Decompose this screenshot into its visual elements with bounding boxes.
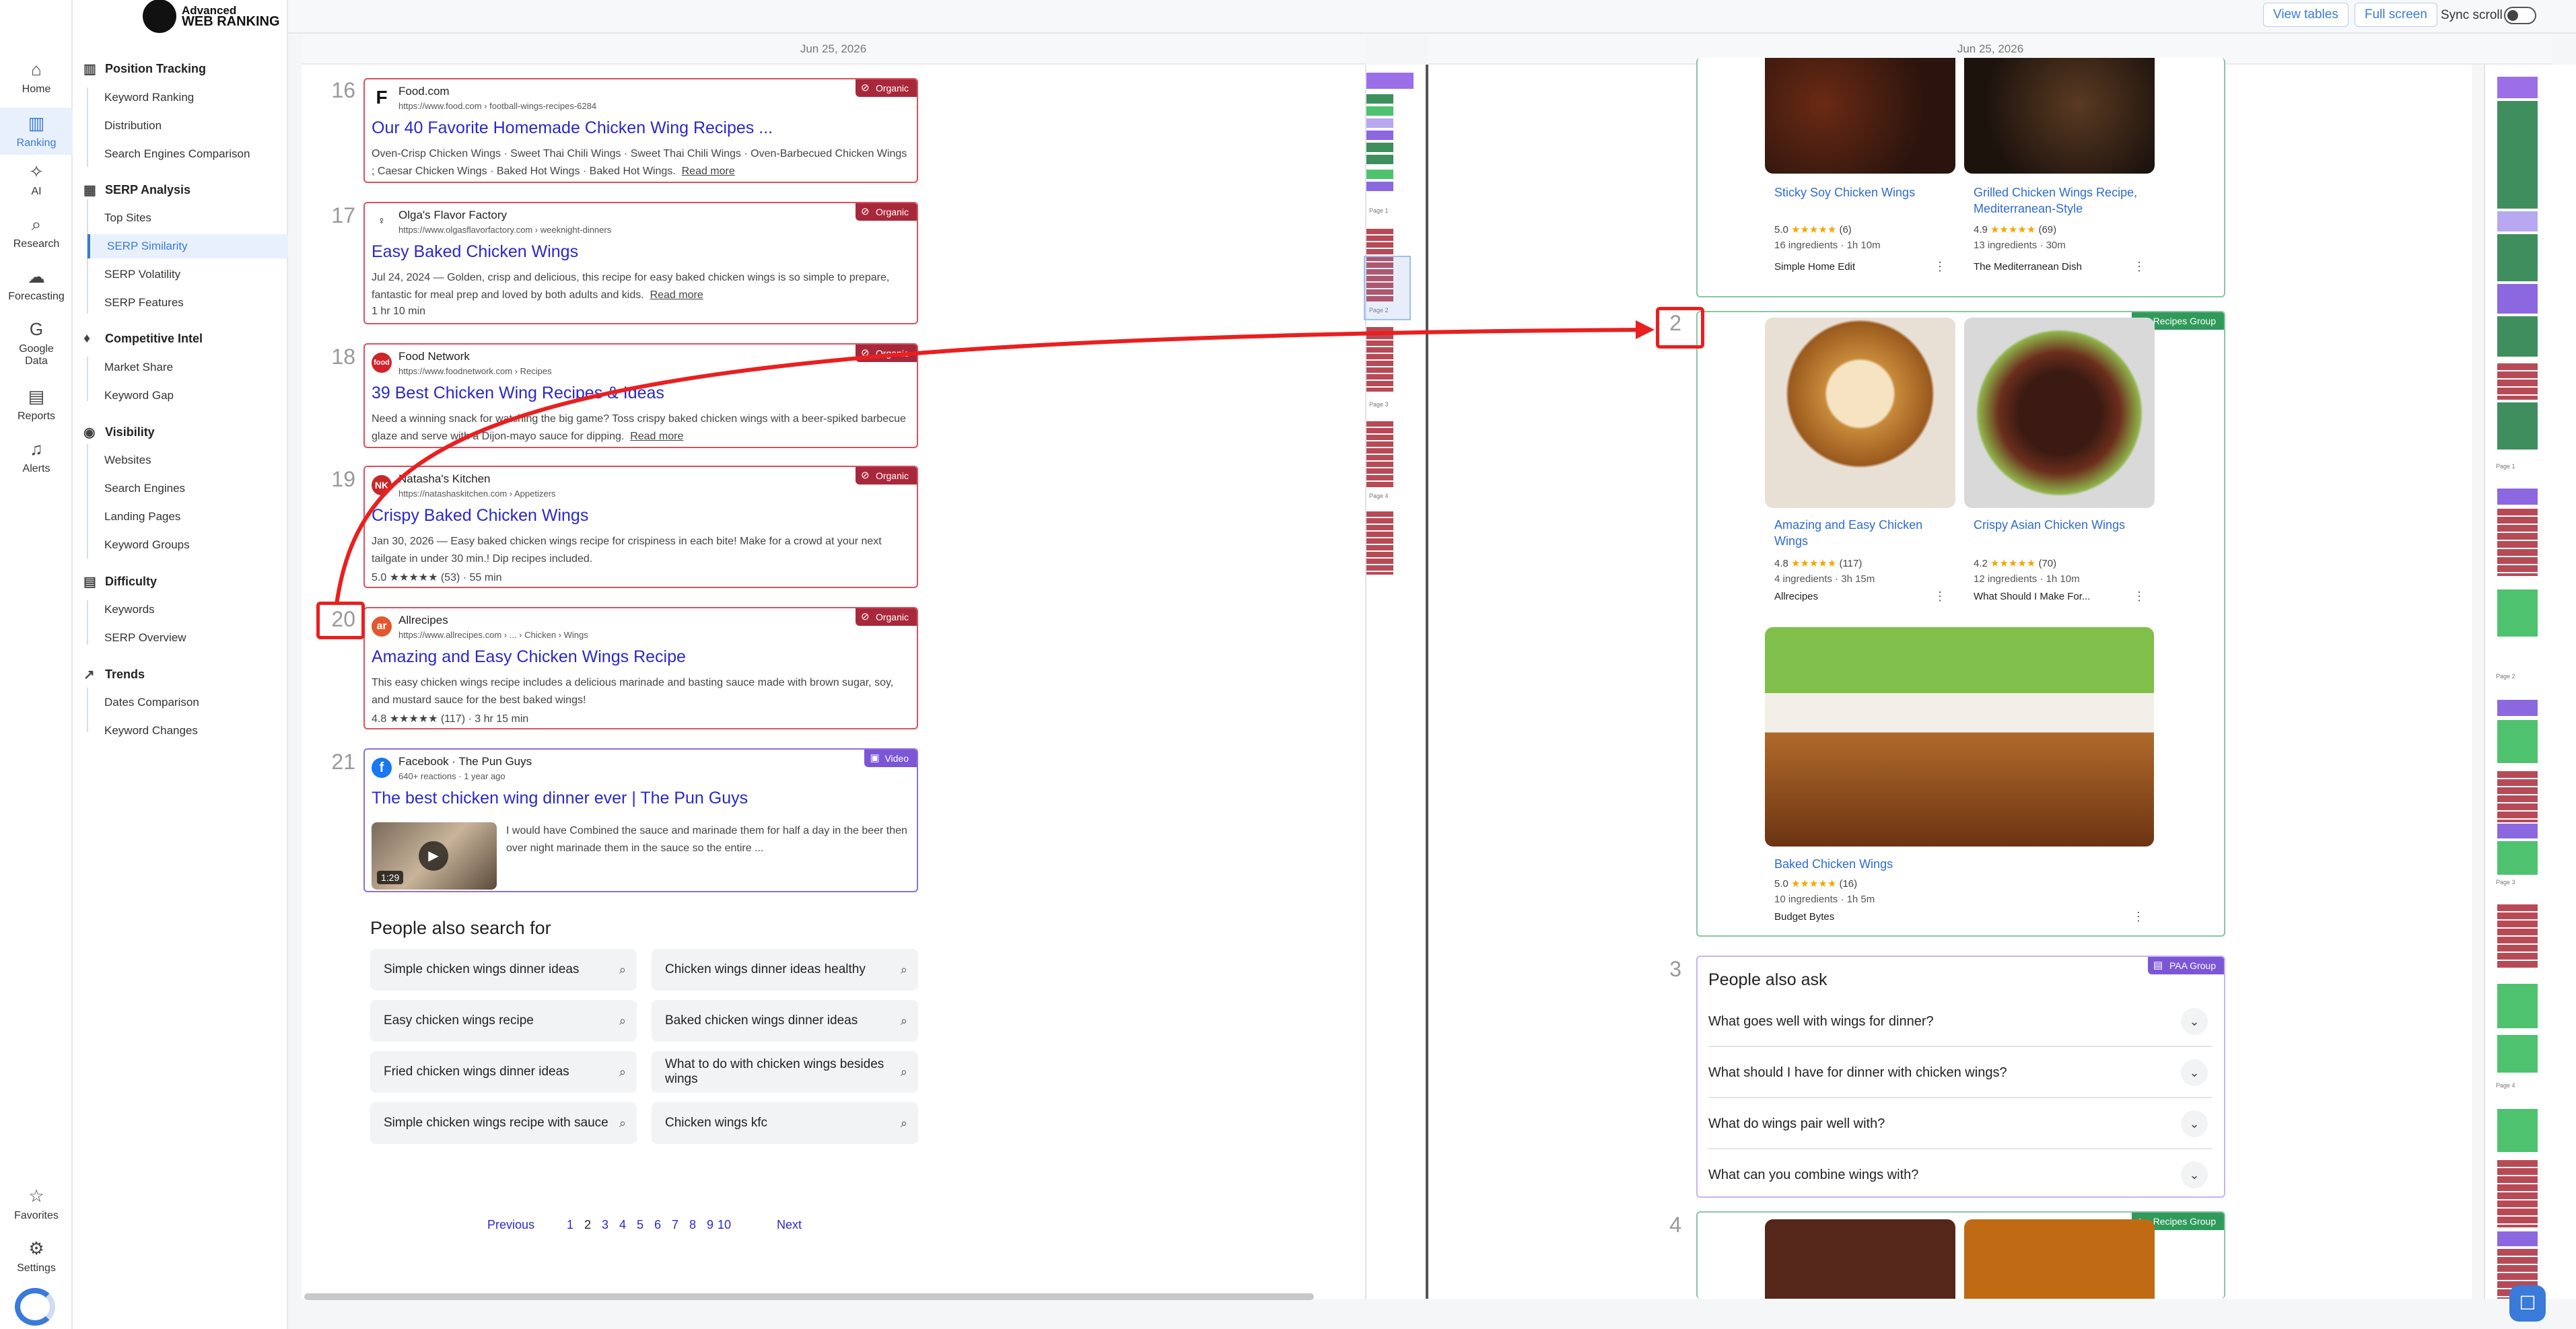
chat-support-button[interactable]: ☐ (2509, 1285, 2546, 1322)
app-root: ⌂ Home ▥ Ranking ✧ AI ⌕ Research ☁ Forecastin… (0, 0, 2576, 1329)
similarity-arrow (335, 320, 1655, 605)
arrow-head-icon (1636, 320, 1655, 339)
arrow-line (335, 328, 1650, 605)
